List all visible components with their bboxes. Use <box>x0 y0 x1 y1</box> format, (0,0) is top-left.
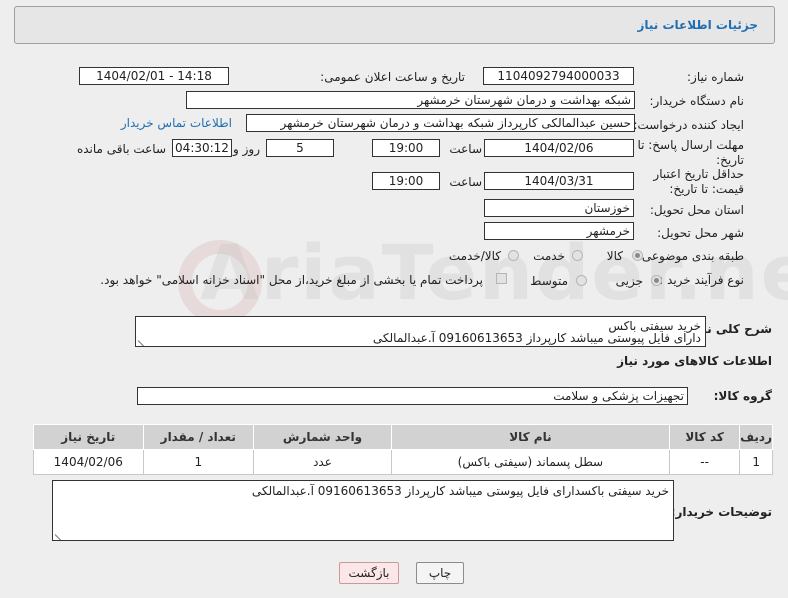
days-remaining-field[interactable]: 5 <box>266 139 334 157</box>
validity-time-label: ساعت <box>449 175 482 189</box>
process-medium-radio[interactable] <box>576 275 587 286</box>
category-service-label: خدمت <box>533 249 565 263</box>
buyer-notes-text: خرید سیفتی باکسدارای فایل پیوستی میباشد … <box>251 484 669 498</box>
deadline-time-field[interactable]: 19:00 <box>372 139 440 157</box>
need-number-label: شماره نیاز: <box>687 70 744 84</box>
cell-row-number: 1 <box>739 449 773 475</box>
validity-time-field[interactable]: 19:00 <box>372 172 440 190</box>
goods-group-label: گروه کالا: <box>713 389 772 403</box>
cell-goods-code: -- <box>668 449 741 475</box>
goods-table: ردیف کد کالا نام کالا واحد شمارش تعداد /… <box>33 424 773 475</box>
buyer-org-field[interactable]: شبکه بهداشت و درمان شهرستان خرمشهر <box>186 91 635 109</box>
col-header-goods-name: نام کالا <box>390 424 670 450</box>
deadline-date-field[interactable]: 1404/02/06 <box>484 139 634 157</box>
resize-grip-icon <box>138 337 145 344</box>
treasury-payment-note: پرداخت تمام یا بخشی از مبلغ خرید،از محل … <box>100 273 483 287</box>
validity-date-field[interactable]: 1404/03/31 <box>484 172 634 190</box>
announce-date-field[interactable]: 1404/02/01 - 14:18 <box>79 67 229 85</box>
deadline-time-label: ساعت <box>449 142 482 156</box>
cell-need-date: 1404/02/06 <box>33 449 144 475</box>
category-goods-radio[interactable] <box>632 250 643 261</box>
category-both-radio[interactable] <box>508 250 519 261</box>
col-header-unit: واحد شمارش <box>253 424 392 450</box>
details-header-panel: جزئیات اطلاعات نیاز <box>14 6 775 44</box>
treasury-payment-checkbox[interactable] <box>496 273 507 284</box>
category-service-radio[interactable] <box>572 250 583 261</box>
requester-field[interactable]: حسین عبدالمالکی کارپرداز شبکه بهداشت و د… <box>246 114 635 132</box>
col-header-need-date: تاریخ نیاز <box>33 424 144 450</box>
cell-unit: عدد <box>253 449 392 475</box>
process-type-label: نوع فرآیند خرید : <box>659 273 744 287</box>
process-minor-label: جزیی <box>615 274 643 288</box>
requester-label: ایجاد کننده درخواست: <box>633 118 744 132</box>
process-medium-label: متوسط <box>530 274 568 288</box>
time-remaining-label: ساعت باقی مانده <box>76 142 166 156</box>
announce-date-label: تاریخ و ساعت اعلان عمومی: <box>320 70 465 84</box>
summary-textarea[interactable]: خرید سیفتی باکس دارای فایل پیوستی میباشد… <box>135 316 706 347</box>
table-header-row: ردیف کد کالا نام کالا واحد شمارش تعداد /… <box>33 424 773 450</box>
panel-title: جزئیات اطلاعات نیاز <box>637 18 758 32</box>
col-header-goods-code: کد کالا <box>668 424 741 450</box>
category-label: طبقه بندی موضوعی: <box>637 249 744 263</box>
province-field[interactable]: خوزستان <box>484 199 634 217</box>
category-goods-label: کالا <box>606 249 623 263</box>
need-number-field[interactable]: 1104092794000033 <box>483 67 634 85</box>
validity-label: حداقل تاریخ اعتبار قیمت: تا تاریخ: <box>653 167 744 196</box>
city-field[interactable]: خرمشهر <box>484 222 634 240</box>
cell-quantity: 1 <box>142 449 255 475</box>
process-minor-radio[interactable] <box>651 275 662 286</box>
col-header-quantity: تعداد / مقدار <box>142 424 255 450</box>
days-label: روز و <box>233 142 260 156</box>
province-label: استان محل تحویل: <box>649 203 744 217</box>
buyer-notes-label: توضیحات خریدار: <box>670 505 772 519</box>
city-label: شهر محل تحویل: <box>657 226 744 240</box>
buyer-contact-link[interactable]: اطلاعات تماس خریدار <box>121 116 232 130</box>
summary-line-2: دارای فایل پیوستی میباشد کارپرداز 091606… <box>372 331 701 345</box>
category-both-label: کالا/خدمت <box>448 249 501 263</box>
col-header-row-number: ردیف <box>739 424 773 450</box>
buyer-notes-textarea[interactable]: خرید سیفتی باکسدارای فایل پیوستی میباشد … <box>52 480 674 541</box>
cell-goods-name: سطل پسماند (سیفتی باکس) <box>390 449 670 475</box>
goods-section-title: اطلاعات کالاهای مورد نیاز <box>617 354 772 368</box>
time-remaining-field[interactable]: 04:30:12 <box>172 139 232 157</box>
print-button[interactable]: چاپ <box>416 562 464 584</box>
resize-grip-icon <box>55 531 62 538</box>
buyer-org-label: نام دستگاه خریدار: <box>649 94 745 108</box>
deadline-label: مهلت ارسال پاسخ: تا تاریخ: <box>637 138 744 167</box>
goods-group-field[interactable]: تجهیزات پزشکی و سلامت <box>137 387 688 405</box>
table-row[interactable]: 1 -- سطل پسماند (سیفتی باکس) عدد 1 1404/… <box>33 449 773 475</box>
back-button[interactable]: بازگشت <box>339 562 399 584</box>
